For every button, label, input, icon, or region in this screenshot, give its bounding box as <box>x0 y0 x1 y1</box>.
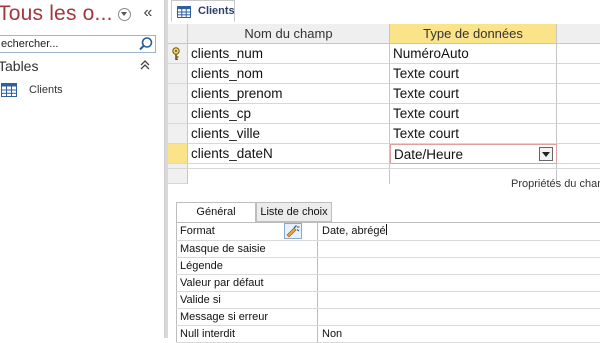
property-value[interactable] <box>318 241 600 257</box>
property-value[interactable] <box>318 309 600 325</box>
field-name-cell[interactable]: clients_prenom <box>188 84 390 104</box>
property-value[interactable] <box>318 275 600 291</box>
property-value-text: Date, abrégé <box>322 225 386 237</box>
field-name-cell[interactable]: clients_dateN <box>188 144 390 164</box>
property-sheet: Format Date, abrégé Masque de saisie Lég… <box>176 222 600 343</box>
property-value[interactable] <box>318 258 600 274</box>
nav-pane-title[interactable]: Tous les o... <box>0 2 113 26</box>
group-header-tables[interactable]: Tables <box>0 57 164 77</box>
field-row[interactable]: clients_num NuméroAuto <box>168 44 600 64</box>
nav-item-clients[interactable]: Clients <box>0 83 160 99</box>
tab-general[interactable]: Général <box>176 202 256 223</box>
description-cell[interactable] <box>557 144 600 164</box>
row-selector[interactable] <box>168 64 188 84</box>
row-selector[interactable] <box>168 124 188 144</box>
description-cell[interactable] <box>557 124 600 144</box>
pane-divider[interactable] <box>168 168 600 169</box>
description-cell[interactable] <box>557 44 600 64</box>
data-type-cell[interactable]: NuméroAuto <box>390 44 557 64</box>
property-label: Message si erreur <box>176 309 318 325</box>
property-row-input-mask[interactable]: Masque de saisie <box>176 241 600 258</box>
description-cell[interactable] <box>557 104 600 124</box>
search-input[interactable] <box>0 36 135 52</box>
row-selector[interactable] <box>168 104 188 124</box>
description-cell[interactable] <box>557 84 600 104</box>
property-label: Valide si <box>176 292 318 308</box>
column-header-data-type: Type de données <box>390 24 557 44</box>
row-selector[interactable] <box>168 144 188 164</box>
data-type-cell[interactable]: Texte court <box>390 104 557 124</box>
field-name-cell[interactable]: clients_ville <box>188 124 390 144</box>
data-type-select[interactable]: Date/Heure <box>390 144 557 164</box>
grid-corner[interactable] <box>168 24 188 44</box>
property-label: Légende <box>176 258 318 274</box>
field-name-cell[interactable] <box>188 164 390 184</box>
property-row-default-value[interactable]: Valeur par défaut <box>176 275 600 292</box>
group-label: Tables <box>0 58 39 74</box>
property-builder-icon[interactable] <box>284 223 302 239</box>
row-selector[interactable] <box>168 84 188 104</box>
document-tab-strip: Clients <box>168 0 600 23</box>
property-value[interactable] <box>318 292 600 308</box>
field-name-cell[interactable]: clients_nom <box>188 64 390 84</box>
property-row-validation-rule[interactable]: Valide si <box>176 292 600 309</box>
table-icon <box>177 5 191 18</box>
row-selector[interactable] <box>168 164 188 184</box>
field-properties-caption: Propriétés du champ <box>511 178 600 190</box>
data-type-cell[interactable]: Texte court <box>390 84 557 104</box>
chevron-up-icon[interactable] <box>139 58 151 75</box>
property-row-format[interactable]: Format Date, abrégé <box>176 223 600 241</box>
description-cell[interactable] <box>557 64 600 84</box>
field-row-active[interactable]: clients_dateN Date/Heure <box>168 144 600 164</box>
column-header-description <box>557 24 600 44</box>
table-design-view: Clients Nom du champ Type de données cli… <box>168 0 600 343</box>
dropdown-arrow-icon[interactable] <box>539 147 553 161</box>
property-value-format[interactable]: Date, abrégé <box>318 223 600 240</box>
column-header-field-name: Nom du champ <box>188 24 390 44</box>
field-grid: Nom du champ Type de données clients_num… <box>168 22 600 184</box>
tab-clients[interactable]: Clients <box>171 0 235 22</box>
search-icon[interactable] <box>137 36 155 52</box>
navigation-pane: Tous les o... « Tables <box>0 0 164 338</box>
field-row[interactable]: clients_prenom Texte court <box>168 84 600 104</box>
property-row-validation-text[interactable]: Message si erreur <box>176 309 600 326</box>
row-selector[interactable] <box>168 44 188 64</box>
nav-menu-dropdown-icon[interactable] <box>118 8 131 21</box>
nav-item-label: Clients <box>29 84 63 96</box>
property-value[interactable]: Non <box>318 326 600 342</box>
field-name-cell[interactable]: clients_cp <box>188 104 390 124</box>
data-type-value: Date/Heure <box>394 147 464 162</box>
field-row[interactable]: clients_cp Texte court <box>168 104 600 124</box>
field-row[interactable]: clients_ville Texte court <box>168 124 600 144</box>
tab-lookup[interactable]: Liste de choix <box>256 202 332 222</box>
property-label: Null interdit <box>176 326 318 342</box>
table-icon <box>1 83 17 97</box>
collapse-pane-icon[interactable]: « <box>140 3 156 23</box>
property-label: Masque de saisie <box>176 241 318 257</box>
field-name-cell[interactable]: clients_num <box>188 44 390 64</box>
field-row[interactable]: clients_nom Texte court <box>168 64 600 84</box>
data-type-cell[interactable]: Texte court <box>390 124 557 144</box>
tab-label: Clients <box>198 5 235 17</box>
property-row-caption[interactable]: Légende <box>176 258 600 275</box>
data-type-cell[interactable]: Texte court <box>390 64 557 84</box>
property-label: Valeur par défaut <box>176 275 318 291</box>
property-row-required[interactable]: Null interdit Non <box>176 326 600 343</box>
nav-search-box <box>0 35 156 53</box>
text-cursor <box>385 224 387 235</box>
